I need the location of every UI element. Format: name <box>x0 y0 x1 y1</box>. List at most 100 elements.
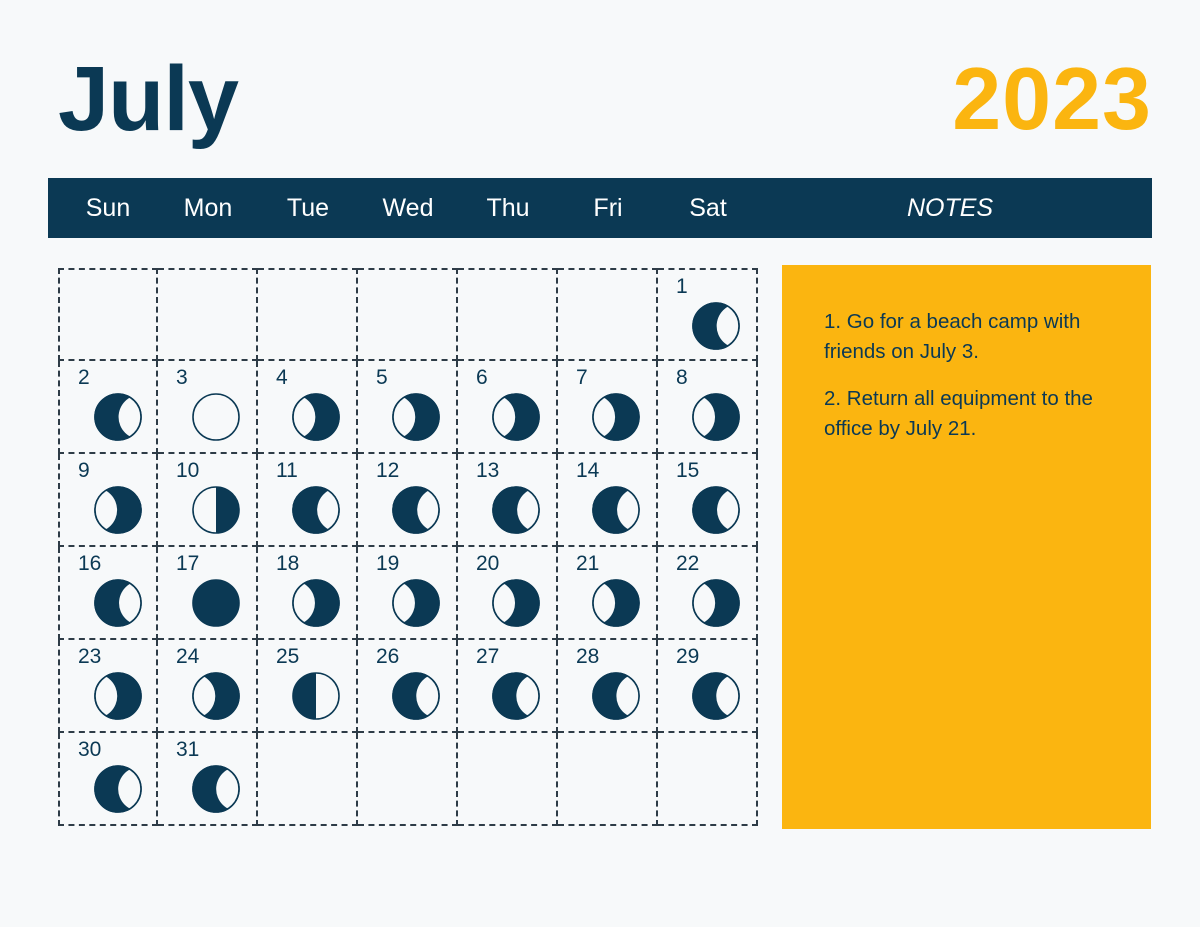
day-cell-empty <box>558 733 658 826</box>
day-number: 3 <box>176 366 188 389</box>
day-number: 11 <box>276 459 298 482</box>
day-cell[interactable]: 25 <box>258 640 358 733</box>
note-item: 1. Go for a beach camp with friends on J… <box>824 310 1081 363</box>
day-cell[interactable]: 24 <box>158 640 258 733</box>
day-cell[interactable]: 13 <box>458 454 558 547</box>
day-cell[interactable]: 4 <box>258 361 358 454</box>
moon-phase-icon <box>590 484 642 536</box>
moon-phase-icon <box>490 391 542 443</box>
moon-phase-icon <box>290 670 342 722</box>
weekday-label-thu: Thu <box>486 193 530 222</box>
moon-phase-icon <box>390 577 442 629</box>
day-number: 31 <box>176 738 200 761</box>
moon-phase-icon <box>690 300 742 352</box>
day-number: 6 <box>476 366 488 389</box>
calendar-header: July 2023 <box>58 44 1152 154</box>
day-number: 17 <box>176 552 200 575</box>
day-cell[interactable]: 23 <box>58 640 158 733</box>
calendar-grid: 1 2 3 4 5 6 7 8 9 10 11 12 13 14 15 16 17 18 19 20 21 22 23 24 2… <box>58 268 758 826</box>
day-number: 14 <box>576 459 600 482</box>
moon-phase-icon <box>92 484 144 536</box>
day-cell[interactable]: 14 <box>558 454 658 547</box>
day-cell[interactable]: 2 <box>58 361 158 454</box>
day-cell[interactable]: 20 <box>458 547 558 640</box>
day-cell-empty <box>158 268 258 361</box>
day-cell[interactable]: 7 <box>558 361 658 454</box>
day-number: 15 <box>676 459 700 482</box>
day-cell-empty <box>558 268 658 361</box>
moon-phase-icon <box>290 484 342 536</box>
day-cell-empty <box>358 733 458 826</box>
moon-phase-icon <box>490 577 542 629</box>
day-cell[interactable]: 29 <box>658 640 758 733</box>
day-number: 29 <box>676 645 700 668</box>
day-cell-empty <box>458 268 558 361</box>
day-number: 19 <box>376 552 400 575</box>
notes-column-header: NOTES <box>906 193 994 222</box>
day-cell[interactable]: 16 <box>58 547 158 640</box>
day-cell[interactable]: 12 <box>358 454 458 547</box>
day-cell[interactable]: 5 <box>358 361 458 454</box>
day-cell[interactable]: 19 <box>358 547 458 640</box>
day-number: 4 <box>276 366 288 389</box>
weekday-label-sat: Sat <box>689 193 727 222</box>
day-cell[interactable]: 31 <box>158 733 258 826</box>
day-number: 7 <box>576 366 588 389</box>
moon-phase-icon <box>190 391 242 443</box>
day-cell-empty <box>58 268 158 361</box>
moon-phase-icon <box>390 391 442 443</box>
moon-phase-icon <box>190 763 242 815</box>
day-number: 2 <box>78 366 90 389</box>
notes-panel: 1. Go for a beach camp with friends on J… <box>782 265 1151 829</box>
moon-phase-icon <box>690 484 742 536</box>
note-item: 2. Return all equipment to the office by… <box>824 387 1093 441</box>
year-title: 2023 <box>952 49 1152 148</box>
moon-phase-icon <box>690 577 742 629</box>
day-number: 10 <box>176 459 200 482</box>
day-cell[interactable]: 18 <box>258 547 358 640</box>
day-cell-empty <box>358 268 458 361</box>
moon-phase-icon <box>190 670 242 722</box>
day-number: 26 <box>376 645 400 668</box>
day-cell[interactable]: 27 <box>458 640 558 733</box>
day-cell-empty <box>458 733 558 826</box>
moon-phase-icon <box>92 763 144 815</box>
day-number: 12 <box>376 459 400 482</box>
day-cell[interactable]: 9 <box>58 454 158 547</box>
day-cell[interactable]: 17 <box>158 547 258 640</box>
day-number: 16 <box>78 552 102 575</box>
moon-phase-icon <box>690 391 742 443</box>
day-cell[interactable]: 15 <box>658 454 758 547</box>
moon-phase-icon <box>490 670 542 722</box>
weekday-label-fri: Fri <box>593 193 623 222</box>
day-number: 18 <box>276 552 300 575</box>
day-cell[interactable]: 21 <box>558 547 658 640</box>
day-number: 9 <box>78 459 90 482</box>
moon-phase-icon <box>190 484 242 536</box>
moon-phase-icon <box>190 577 242 629</box>
day-cell[interactable]: 6 <box>458 361 558 454</box>
day-number: 27 <box>476 645 500 668</box>
moon-phase-icon <box>290 391 342 443</box>
moon-phase-icon <box>490 484 542 536</box>
moon-phase-icon <box>290 577 342 629</box>
day-cell[interactable]: 28 <box>558 640 658 733</box>
day-number: 20 <box>476 552 500 575</box>
weekday-label-mon: Mon <box>183 193 233 222</box>
day-cell[interactable]: 26 <box>358 640 458 733</box>
day-cell[interactable]: 1 <box>658 268 758 361</box>
day-cell[interactable]: 22 <box>658 547 758 640</box>
day-number: 8 <box>676 366 688 389</box>
day-cell[interactable]: 30 <box>58 733 158 826</box>
page-title: July <box>58 48 239 150</box>
moon-phase-icon <box>590 391 642 443</box>
day-cell[interactable]: 3 <box>158 361 258 454</box>
day-cell[interactable]: 11 <box>258 454 358 547</box>
moon-phase-icon <box>590 577 642 629</box>
moon-phase-icon <box>690 670 742 722</box>
day-number: 22 <box>676 552 700 575</box>
weekday-header-bar: Sun Mon Tue Wed Thu Fri Sat NOTES <box>48 178 1152 238</box>
day-cell[interactable]: 8 <box>658 361 758 454</box>
day-cell[interactable]: 10 <box>158 454 258 547</box>
moon-phase-icon <box>92 670 144 722</box>
